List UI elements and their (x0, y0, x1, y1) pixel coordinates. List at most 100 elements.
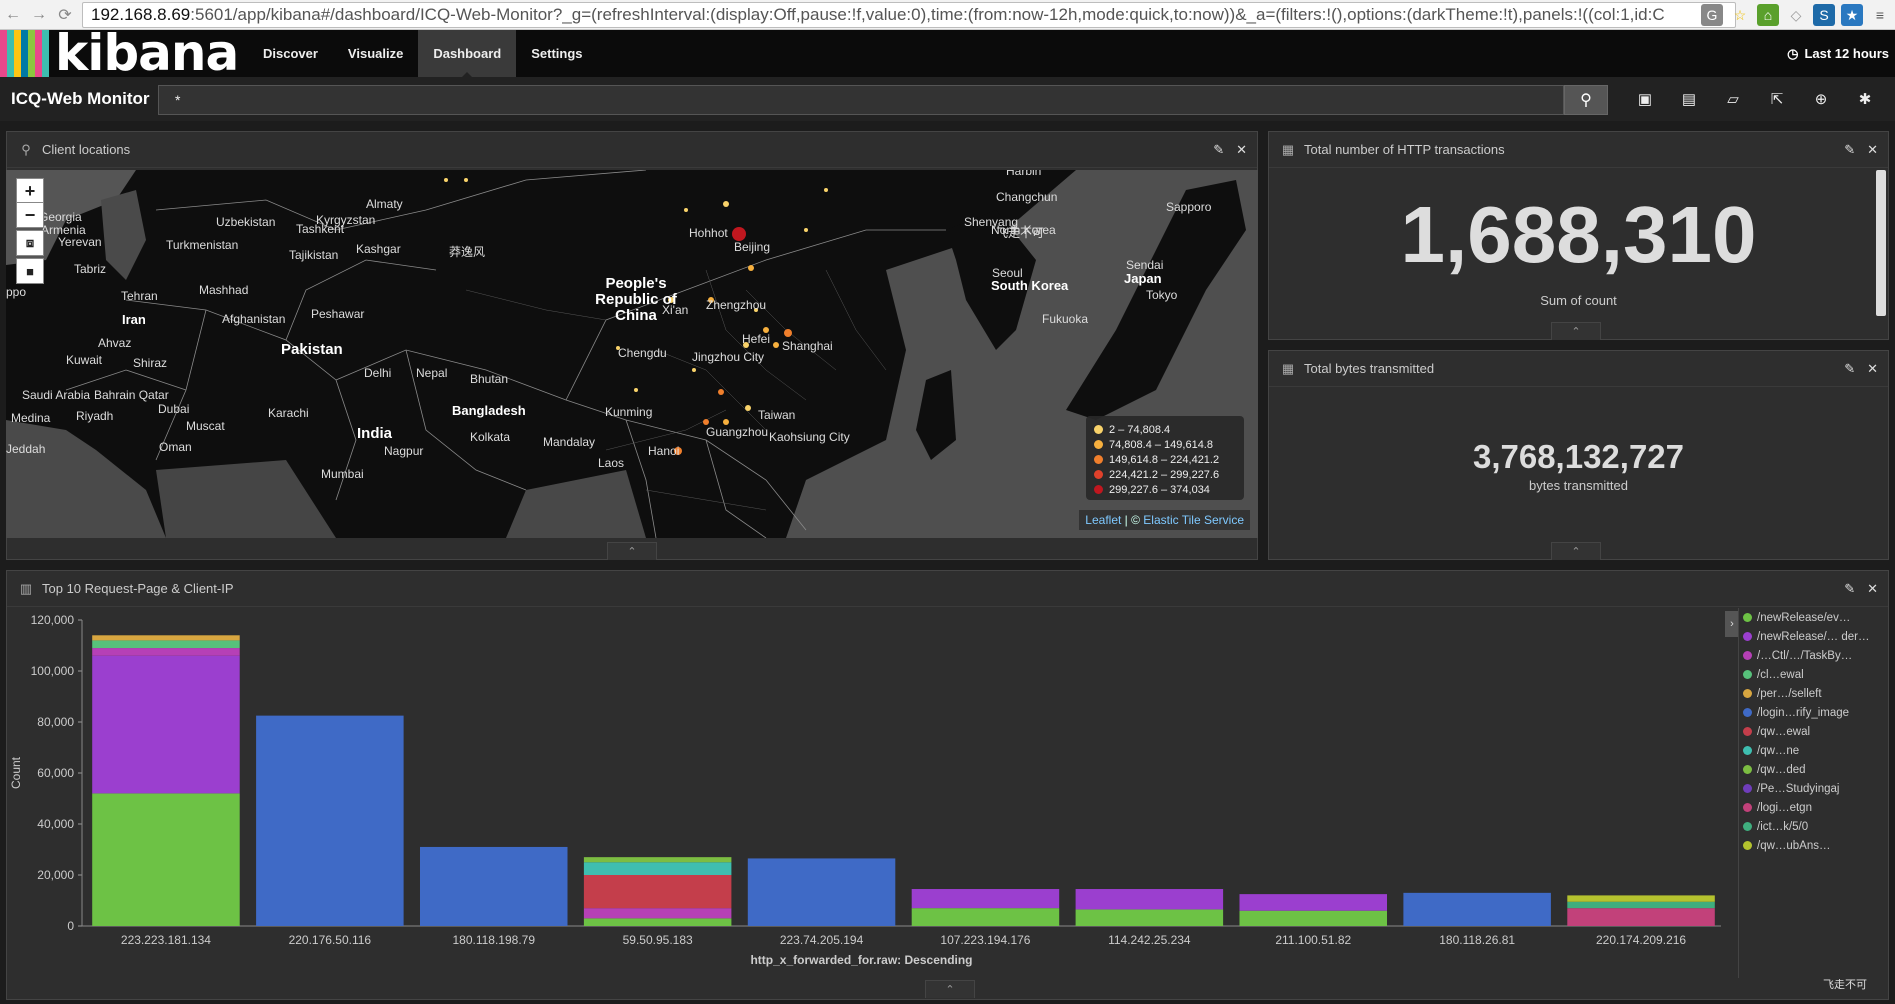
time-picker[interactable]: ◷ Last 12 hours (1787, 30, 1889, 77)
bytes-panel-header: ▦ Total bytes transmitted ✎ ✕ (1269, 351, 1888, 387)
translate-icon[interactable]: G (1701, 4, 1723, 26)
logo-text: kibana (55, 24, 239, 82)
legend-color-dot (1743, 670, 1752, 679)
chart-legend-item[interactable]: /cl…ewal (1739, 665, 1890, 684)
query-input[interactable] (158, 85, 1564, 115)
y-axis-label: Count (9, 756, 23, 789)
legend-label: /qw…ewal (1757, 725, 1811, 738)
edit-pencil-icon[interactable]: ✎ (1213, 142, 1224, 158)
map-legend-row[interactable]: 2 – 74,808.4 (1094, 422, 1236, 437)
chart-legend-item[interactable]: /Pe…Studyingaj (1739, 779, 1890, 798)
chart-legend-item[interactable]: /ict…k/5/0 (1739, 817, 1890, 836)
map-legend-row[interactable]: 299,227.6 – 374,034 (1094, 482, 1236, 497)
back-icon[interactable]: ← (0, 3, 26, 27)
legend-toggle[interactable]: › (1725, 611, 1739, 637)
close-icon[interactable]: ✕ (1867, 142, 1878, 158)
save-icon[interactable]: ▤ (1679, 87, 1699, 111)
arabian-sea (156, 460, 336, 538)
chart-legend-item[interactable]: /qw…ded (1739, 760, 1890, 779)
shield-extension-icon[interactable]: ◇ (1785, 4, 1807, 26)
search-button[interactable]: ⚲ (1564, 85, 1608, 115)
logo-color-bars (0, 30, 49, 77)
point (773, 342, 779, 348)
add-panel-icon[interactable]: ⊕ (1811, 87, 1831, 111)
forward-icon[interactable]: → (26, 3, 52, 27)
collapse-toggle[interactable]: ⌃ (925, 980, 975, 998)
nav-visualize[interactable]: Visualize (333, 30, 418, 77)
search-icon: ⚲ (1580, 92, 1592, 109)
new-dashboard-icon[interactable]: ▣ (1635, 87, 1655, 111)
leaflet-link[interactable]: Leaflet (1085, 513, 1121, 527)
s-extension-icon[interactable]: S (1813, 4, 1835, 26)
address-bar[interactable]: 192.168.8.69:5601/app/kibana#/dashboard/… (82, 2, 1736, 28)
scrollbar[interactable] (1876, 170, 1886, 316)
bar-segment (747, 858, 896, 926)
bookmark-star-icon[interactable]: ☆ (1729, 4, 1751, 26)
fit-bounds-button[interactable]: ⧈ (16, 230, 44, 256)
share-icon[interactable]: ⇱ (1767, 87, 1787, 111)
bar-segment (1239, 894, 1388, 911)
draw-rectangle-button[interactable]: ■ (16, 258, 44, 284)
chart-legend-item[interactable]: /per…/selleft (1739, 684, 1890, 703)
zoom-out-button[interactable]: − (16, 202, 44, 228)
map-legend-row[interactable]: 224,421.2 – 299,227.6 (1094, 467, 1236, 482)
chart-legend-item[interactable]: /login…rify_image (1739, 703, 1890, 722)
map-legend-row[interactable]: 74,808.4 – 149,614.8 (1094, 437, 1236, 452)
point (464, 178, 468, 182)
map-attribution: Leaflet | © Elastic Tile Service (1079, 510, 1250, 530)
close-icon[interactable]: ✕ (1236, 142, 1247, 158)
x-tick-label: 59.50.95.183 (623, 933, 693, 947)
map-place-label: Ahvaz (98, 336, 132, 350)
close-icon[interactable]: ✕ (1867, 581, 1878, 597)
bar-segment (583, 918, 732, 926)
http-transactions-panel: ▦ Total number of HTTP transactions ✎ ✕ 1… (1268, 131, 1889, 340)
collapse-toggle[interactable]: ⌃ (1551, 542, 1601, 560)
close-icon[interactable]: ✕ (1867, 361, 1878, 377)
map-legend-row[interactable]: 149,614.8 – 224,421.2 (1094, 452, 1236, 467)
map-place-label: Afghanistan (222, 312, 286, 326)
chart-legend-item[interactable]: /qw…ubAns… (1739, 836, 1890, 855)
edit-pencil-icon[interactable]: ✎ (1844, 142, 1855, 158)
logo-bar (42, 30, 49, 77)
edit-pencil-icon[interactable]: ✎ (1844, 361, 1855, 377)
map-place-label: Mashhad (199, 283, 249, 297)
http-metric-label: Sum of count (1540, 293, 1617, 308)
persian-gulf (6, 420, 166, 538)
map-place-label: Pakistan (281, 341, 343, 358)
map-place-label: India (357, 425, 393, 442)
map-place-label: Shiraz (133, 356, 168, 370)
home-extension-icon[interactable]: ⌂ (1757, 4, 1779, 26)
elastic-tile-link[interactable]: Elastic Tile Service (1143, 513, 1244, 527)
client-locations-map[interactable]: Harbin Almaty Changchun Georgia Uzbekistan Ky… (6, 170, 1258, 538)
bar-segment (92, 640, 240, 649)
gear-icon[interactable]: ✱ (1855, 87, 1875, 111)
bar-segment (1075, 889, 1224, 910)
open-folder-icon[interactable]: ▱ (1723, 87, 1743, 111)
zoom-in-button[interactable]: + (16, 178, 44, 204)
collapse-toggle[interactable]: ⌃ (607, 542, 657, 560)
legend-label: 74,808.4 – 149,614.8 (1109, 438, 1213, 451)
map-place-label: Jeddah (6, 442, 46, 456)
nav-dashboard[interactable]: Dashboard (418, 30, 517, 77)
edit-pencil-icon[interactable]: ✎ (1844, 581, 1855, 597)
menu-icon[interactable]: ≡ (1869, 4, 1891, 26)
star-extension-icon[interactable]: ★ (1841, 4, 1863, 26)
map-place-label: Guangzhou (706, 425, 769, 439)
chart-legend-item[interactable]: /logi…etgn (1739, 798, 1890, 817)
chart-legend-item[interactable]: /newRelease/… der… (1739, 627, 1890, 646)
chart-legend-item[interactable]: /…Ctl/…/TaskBy… (1739, 646, 1890, 665)
collapse-toggle[interactable]: ⌃ (1551, 322, 1601, 340)
map-place-label: Kuwait (66, 353, 103, 367)
nav-settings[interactable]: Settings (516, 30, 597, 77)
reload-icon[interactable]: ⟳ (52, 3, 78, 27)
map-place-label: Laos (598, 456, 625, 470)
chart-legend-item[interactable]: /newRelease/ev… (1739, 608, 1890, 627)
map-place-label: Turkmenistan (166, 238, 239, 252)
kibana-logo[interactable]: kibana (0, 24, 248, 82)
chart-legend-item[interactable]: /qw…ne (1739, 741, 1890, 760)
nav-discover[interactable]: Discover (248, 30, 333, 77)
map-place-label: Hohhot (689, 226, 728, 240)
legend-color-dot (1743, 746, 1752, 755)
chart-legend-item[interactable]: /qw…ewal (1739, 722, 1890, 741)
map-place-label: Muscat (186, 419, 225, 433)
